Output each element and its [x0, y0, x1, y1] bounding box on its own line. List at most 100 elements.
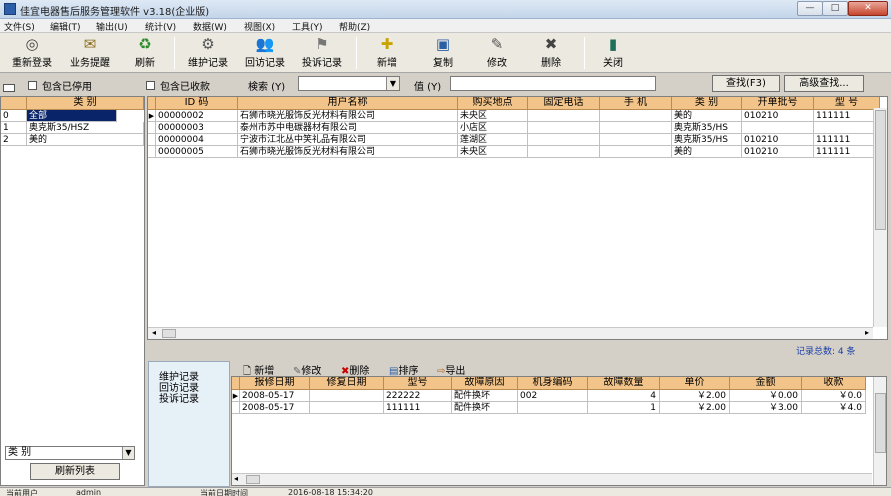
menu-data[interactable]: 数据(W)	[193, 20, 227, 33]
row-indicator	[148, 146, 156, 158]
menu-view[interactable]: 视图(X)	[244, 20, 275, 33]
category-select[interactable]: 类 别 ▼	[5, 446, 135, 460]
chevron-down-icon[interactable]: ▼	[122, 447, 134, 459]
row-indicator	[232, 402, 240, 414]
close-app-button[interactable]: ▮ 关闭	[594, 35, 632, 71]
table-cell	[528, 110, 600, 122]
chevron-down-icon[interactable]: ▼	[386, 77, 399, 90]
scrollbar-thumb[interactable]	[246, 475, 260, 484]
column-header[interactable]: 购买地点	[458, 97, 528, 110]
include-disabled-label: 包含已停用	[42, 82, 92, 93]
menu-tools[interactable]: 工具(Y)	[292, 20, 323, 33]
column-header[interactable]: 单价	[660, 377, 730, 390]
tab-complaint[interactable]: 投诉记录	[159, 390, 199, 405]
column-header[interactable]: 机身编码	[518, 377, 588, 390]
table-cell: 2008-05-17	[240, 402, 310, 414]
table-cell: ￥4.0	[802, 402, 866, 414]
column-header[interactable]: 故障原因	[452, 377, 518, 390]
horizontal-scrollbar[interactable]: ◂	[232, 473, 872, 485]
menu-edit[interactable]: 编辑(T)	[50, 20, 81, 33]
table-cell: 00000002	[156, 110, 238, 122]
revisit-record-icon: 👥	[255, 35, 275, 53]
scroll-right-icon[interactable]: ▸	[861, 328, 873, 339]
column-header[interactable]: 收款	[802, 377, 866, 390]
customer-table: ID 码用户名称 购买地点 固定电话手 机类 别开单批号型 号 ▶ 00000002 石…	[147, 96, 888, 340]
current-user-label: 当前用户	[6, 489, 38, 496]
edit-button[interactable]: ✎ 修改	[478, 35, 516, 71]
refresh-button[interactable]: ♻ 刷新	[124, 35, 166, 71]
menu-stats[interactable]: 统计(V)	[145, 20, 176, 33]
table-cell: 111111	[814, 146, 880, 158]
detail-edit-button[interactable]: ✎修改	[293, 362, 321, 377]
row-indicator-header	[148, 97, 156, 110]
column-header[interactable]: ID 码	[156, 97, 238, 110]
add-button[interactable]: ✚ 新增	[368, 35, 406, 71]
menu-file[interactable]: 文件(S)	[4, 20, 35, 33]
table-cell: 小店区	[458, 122, 528, 134]
detail-delete-button[interactable]: ✖删除	[341, 362, 369, 377]
table-cell: 00000005	[156, 146, 238, 158]
menu-output[interactable]: 输出(U)	[96, 20, 128, 33]
column-header[interactable]: 修复日期	[310, 377, 384, 390]
column-header[interactable]: 类 别	[672, 97, 742, 110]
relogin-button[interactable]: ◎ 重新登录	[6, 35, 58, 71]
column-header[interactable]: 金额	[730, 377, 802, 390]
toolbar-separator	[584, 37, 585, 69]
column-header[interactable]: 开单批号	[742, 97, 814, 110]
delete-button[interactable]: ✖ 删除	[532, 35, 570, 71]
menu-help[interactable]: 帮助(Z)	[339, 20, 370, 33]
vertical-scrollbar[interactable]	[873, 108, 887, 327]
column-header[interactable]: 用户名称	[238, 97, 458, 110]
row-indicator: ▶	[232, 390, 240, 402]
horizontal-scrollbar[interactable]: ◂ ▸	[148, 327, 873, 339]
table-cell: 配件换坏	[452, 390, 518, 402]
include-disabled-checkbox[interactable]	[28, 78, 37, 91]
scroll-left-icon[interactable]: ◂	[148, 328, 160, 339]
close-button[interactable]: ✕	[848, 1, 888, 16]
column-header[interactable]: 故障数量	[588, 377, 660, 390]
table-cell: 010210	[742, 134, 814, 146]
table-cell: ￥2.00	[660, 402, 730, 414]
column-header[interactable]: 报修日期	[240, 377, 310, 390]
detail-tabs: 维护记录 回访记录 投诉记录	[148, 361, 230, 487]
copy-button[interactable]: ▣ 复制	[424, 35, 462, 71]
reminder-button[interactable]: ✉ 业务提醒	[62, 35, 118, 71]
relogin-icon: ◎	[25, 35, 39, 53]
refresh-list-button[interactable]: 刷新列表	[30, 463, 120, 480]
include-closed-checkbox[interactable]	[146, 78, 155, 91]
grid-settings-icon[interactable]	[3, 84, 15, 92]
detail-export-button[interactable]: ⇨导出	[437, 362, 465, 377]
column-header[interactable]: 型号	[384, 377, 452, 390]
maximize-button[interactable]: □	[822, 1, 848, 16]
category-item-midea[interactable]: 美的	[27, 134, 144, 146]
table-cell	[600, 134, 672, 146]
category-header[interactable]: 类 别	[27, 97, 144, 110]
scrollbar-thumb[interactable]	[162, 329, 176, 338]
table-cell	[518, 402, 588, 414]
table-cell	[310, 402, 384, 414]
minimize-button[interactable]: —	[797, 1, 823, 16]
row-indicator	[148, 134, 156, 146]
search-field-select[interactable]: ▼	[298, 76, 400, 91]
scrollbar-thumb[interactable]	[875, 110, 886, 230]
detail-sort-button[interactable]: ▤排序	[389, 362, 418, 377]
table-cell: 美的	[672, 110, 742, 122]
category-item-all[interactable]: 全部	[27, 110, 117, 122]
value-input[interactable]	[450, 76, 656, 91]
column-header[interactable]: 型 号	[814, 97, 880, 110]
copy-icon: ▣	[435, 35, 451, 53]
scroll-left-icon[interactable]: ◂	[234, 474, 238, 483]
revisit-record-button[interactable]: 👥 回访记录	[238, 35, 292, 71]
table-cell: 00000004	[156, 134, 238, 146]
maintenance-record-button[interactable]: ⚙ 维护记录	[180, 35, 236, 71]
advanced-find-button[interactable]: 高级查找...	[784, 75, 864, 92]
find-button[interactable]: 查找(F3)	[712, 75, 780, 92]
column-header[interactable]: 手 机	[600, 97, 672, 110]
category-item-aux[interactable]: 奥克斯35/HSZ	[27, 122, 144, 134]
scrollbar-thumb[interactable]	[875, 393, 886, 453]
vertical-scrollbar[interactable]	[873, 377, 886, 485]
column-header[interactable]: 固定电话	[528, 97, 600, 110]
complaint-record-button[interactable]: ⚑ 投诉记录	[294, 35, 350, 71]
edit-icon: ✎	[490, 35, 504, 53]
table-cell	[742, 122, 814, 134]
